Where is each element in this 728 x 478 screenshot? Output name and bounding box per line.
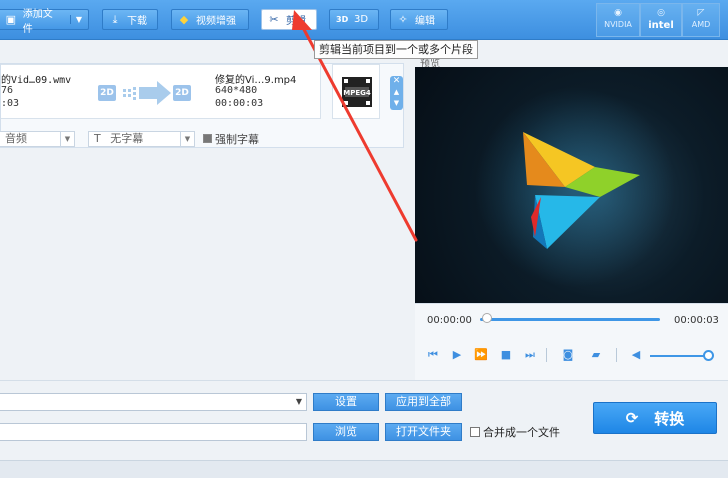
current-time: 00:00:00 bbox=[427, 315, 472, 326]
control-divider bbox=[546, 348, 547, 362]
play-icon[interactable]: ▶ bbox=[450, 348, 464, 362]
folder-icon[interactable]: ▰ bbox=[589, 348, 603, 362]
output-format-button[interactable]: MPEG4 bbox=[332, 64, 380, 119]
total-time: 00:00:03 bbox=[674, 315, 719, 326]
watermark-label: 编辑 bbox=[415, 16, 435, 27]
output-duration: 00:00:03 bbox=[215, 98, 264, 109]
clip-button[interactable]: ✂ 剪辑 bbox=[261, 9, 317, 30]
subtitle-label: 无字幕 bbox=[110, 132, 144, 145]
output-resolution: 640*480 bbox=[215, 85, 258, 96]
force-subtitle-checkbox[interactable] bbox=[203, 134, 212, 143]
browse-button[interactable]: 浏览 bbox=[313, 423, 379, 441]
volume-slider[interactable] bbox=[650, 355, 708, 357]
app-logo-icon bbox=[475, 87, 675, 287]
intel-label: intel bbox=[648, 20, 674, 31]
video-enhance-label: 视频增强 bbox=[196, 16, 236, 27]
amd-label: AMD bbox=[691, 20, 711, 29]
download-icon: ⤓ bbox=[112, 12, 118, 26]
merge-label: 合并成一个文件 bbox=[483, 426, 560, 439]
add-file-button[interactable]: ▣ 添加文件 ▼ bbox=[0, 9, 89, 35]
download-label: 下载 bbox=[127, 16, 147, 27]
seek-handle[interactable] bbox=[482, 313, 492, 323]
subtitle-icon: T bbox=[94, 132, 101, 145]
control-divider bbox=[616, 348, 617, 362]
skip-back-icon[interactable]: ⏮ bbox=[426, 348, 440, 362]
amd-logo-icon: ◸ bbox=[697, 8, 705, 18]
merge-checkbox[interactable] bbox=[470, 427, 480, 437]
intel-accel-button[interactable]: ◎ intel bbox=[640, 3, 682, 37]
audio-track-select[interactable]: 音频 ▼ bbox=[0, 131, 75, 147]
source-2d-badge: 2D bbox=[98, 85, 116, 101]
seek-bar[interactable] bbox=[480, 318, 660, 321]
refresh-icon: ⟳ bbox=[625, 409, 639, 427]
source-filename: 的Vid…09.wmv bbox=[1, 75, 72, 86]
add-file-label: 添加文件 bbox=[22, 8, 53, 35]
item-remove-button[interactable]: ✕ ▲ ▼ bbox=[390, 76, 403, 110]
file-list: 的Vid…09.wmv 76 :03 2D 2D 修复的Vi…9.mp4 640… bbox=[0, 55, 406, 380]
player-controls: 00:00:00 00:00:03 bbox=[415, 303, 728, 380]
enhance-icon: ◆ bbox=[179, 12, 189, 26]
clip-tooltip: 剪辑当前项目到一个或多个片段 bbox=[314, 40, 478, 59]
volume-icon[interactable]: ◀ bbox=[629, 348, 643, 362]
fast-forward-icon[interactable]: ⏩ bbox=[474, 348, 488, 362]
clip-label: 剪辑 bbox=[286, 16, 306, 27]
output-profile-select[interactable]: ▼ bbox=[0, 393, 307, 411]
intel-logo-icon: ◎ bbox=[657, 8, 665, 18]
status-bar bbox=[0, 460, 728, 478]
format-label: MPEG4 bbox=[343, 89, 371, 97]
apply-all-button[interactable]: 应用到全部 bbox=[385, 393, 462, 411]
settings-button[interactable]: 设置 bbox=[313, 393, 379, 411]
nvidia-accel-button[interactable]: ◉ NVIDIA bbox=[596, 3, 640, 37]
file-item[interactable]: 的Vid…09.wmv 76 :03 2D 2D 修复的Vi…9.mp4 640… bbox=[0, 63, 404, 148]
force-subtitle-label: 强制字幕 bbox=[215, 133, 259, 146]
chevron-down-icon: ▼ bbox=[60, 132, 74, 146]
chevron-down-icon: ▼ bbox=[180, 132, 194, 146]
main-toolbar: ▣ 添加文件 ▼ ⤓ 下载 ◆ 视频增强 ✂ 剪辑 3D 3D ✧ 编辑 ◉ N… bbox=[0, 0, 728, 40]
output-2d-badge: 2D bbox=[173, 85, 191, 101]
video-preview[interactable] bbox=[415, 67, 728, 303]
volume-handle[interactable] bbox=[703, 350, 714, 361]
3d-button[interactable]: 3D 3D bbox=[329, 9, 379, 30]
output-filename: 修复的Vi…9.mp4 bbox=[215, 75, 297, 86]
camera-icon[interactable]: ◙ bbox=[561, 348, 575, 362]
file-card[interactable]: 的Vid…09.wmv 76 :03 2D 2D 修复的Vi…9.mp4 640… bbox=[1, 64, 321, 119]
nvidia-label: NVIDIA bbox=[604, 20, 632, 29]
close-icon: ✕ bbox=[392, 76, 401, 86]
subtitle-select[interactable]: T 无字幕 ▼ bbox=[88, 131, 195, 147]
film-reel-icon: MPEG4 bbox=[342, 77, 372, 107]
source-duration: :03 bbox=[1, 98, 20, 109]
move-up-icon[interactable]: ▲ bbox=[390, 87, 403, 98]
3d-label: 3D bbox=[354, 14, 369, 25]
open-folder-button[interactable]: 打开文件夹 bbox=[385, 423, 462, 441]
download-button[interactable]: ⤓ 下载 bbox=[102, 9, 158, 30]
audio-track-label: 音频 bbox=[5, 132, 27, 145]
convert-label: 转换 bbox=[654, 409, 685, 428]
3d-icon: 3D bbox=[336, 14, 349, 24]
scissors-icon: ✂ bbox=[269, 12, 279, 26]
skip-forward-icon[interactable]: ⏭ bbox=[523, 348, 537, 362]
chevron-down-icon: ▼ bbox=[295, 397, 302, 406]
sparkle-icon: ✧ bbox=[398, 12, 408, 26]
video-enhance-button[interactable]: ◆ 视频增强 bbox=[171, 9, 249, 30]
add-file-icon: ▣ bbox=[5, 12, 17, 26]
move-down-icon[interactable]: ▼ bbox=[390, 98, 403, 109]
add-file-dropdown-icon[interactable]: ▼ bbox=[69, 15, 82, 24]
amd-accel-button[interactable]: ◸ AMD bbox=[682, 3, 720, 37]
stop-icon[interactable]: ■ bbox=[499, 348, 513, 362]
watermark-button[interactable]: ✧ 编辑 bbox=[390, 9, 448, 30]
convert-button[interactable]: ⟳ 转换 bbox=[593, 402, 717, 434]
convert-arrow-icon bbox=[123, 81, 171, 105]
nvidia-logo-icon: ◉ bbox=[614, 8, 622, 18]
output-path-input[interactable] bbox=[0, 423, 307, 441]
source-resolution: 76 bbox=[1, 85, 14, 96]
